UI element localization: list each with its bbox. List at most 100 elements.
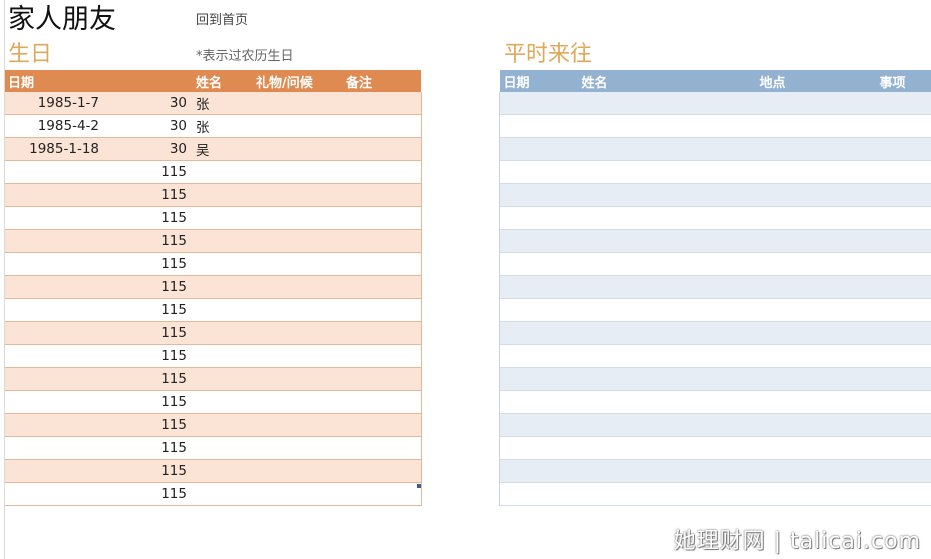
- routine-cell-matter[interactable]: [875, 436, 931, 460]
- birthday-cell-age[interactable]: 30: [105, 137, 193, 161]
- birthday-cell-name[interactable]: [193, 160, 253, 184]
- routine-cell-date[interactable]: [499, 321, 578, 345]
- routine-cell-place[interactable]: [755, 344, 876, 368]
- birthday-cell-notes[interactable]: [343, 92, 422, 115]
- routine-cell-name[interactable]: [577, 344, 756, 368]
- birthday-cell-notes[interactable]: [343, 482, 422, 506]
- routine-cell-place[interactable]: [755, 298, 876, 322]
- birthday-header-age[interactable]: 年龄: [105, 70, 193, 92]
- routine-cell-matter[interactable]: [875, 229, 931, 253]
- routine-cell-place[interactable]: [755, 137, 876, 161]
- birthday-cell-date[interactable]: [5, 275, 105, 299]
- birthday-header-notes[interactable]: 备注: [343, 70, 421, 92]
- birthday-cell-date[interactable]: [5, 298, 105, 322]
- birthday-cell-gift[interactable]: [253, 137, 343, 161]
- routine-cell-matter[interactable]: [875, 390, 931, 414]
- home-link[interactable]: 回到首页: [196, 9, 248, 28]
- routine-cell-place[interactable]: [755, 206, 876, 230]
- birthday-cell-gift[interactable]: [253, 229, 343, 253]
- birthday-cell-date[interactable]: [5, 482, 105, 506]
- birthday-cell-gift[interactable]: [253, 183, 343, 207]
- routine-cell-matter[interactable]: [875, 321, 931, 345]
- routine-cell-place[interactable]: [755, 390, 876, 414]
- routine-cell-place[interactable]: [755, 459, 876, 483]
- routine-cell-name[interactable]: [577, 114, 756, 138]
- birthday-cell-name[interactable]: [193, 436, 253, 460]
- birthday-cell-age[interactable]: 115: [105, 482, 193, 506]
- routine-cell-date[interactable]: [499, 137, 578, 161]
- routine-cell-date[interactable]: [499, 229, 578, 253]
- birthday-cell-name[interactable]: [193, 229, 253, 253]
- routine-cell-place[interactable]: [755, 160, 876, 184]
- birthday-cell-date[interactable]: [5, 206, 105, 230]
- birthday-header-name[interactable]: 姓名: [193, 70, 253, 92]
- routine-cell-date[interactable]: [499, 298, 578, 322]
- routine-cell-matter[interactable]: [875, 413, 931, 437]
- routine-cell-matter[interactable]: [875, 252, 931, 276]
- table-resize-handle[interactable]: [417, 484, 421, 488]
- birthday-cell-gift[interactable]: [253, 367, 343, 391]
- routine-cell-name[interactable]: [577, 367, 756, 391]
- birthday-cell-gift[interactable]: [253, 298, 343, 322]
- routine-cell-name[interactable]: [577, 275, 756, 299]
- routine-cell-place[interactable]: [755, 114, 876, 138]
- birthday-cell-notes[interactable]: [343, 114, 422, 138]
- routine-cell-matter[interactable]: [875, 275, 931, 299]
- birthday-cell-date[interactable]: [5, 229, 105, 253]
- birthday-cell-notes[interactable]: [343, 367, 422, 391]
- birthday-cell-name[interactable]: [193, 298, 253, 322]
- routine-cell-name[interactable]: [577, 321, 756, 345]
- birthday-cell-gift[interactable]: [253, 206, 343, 230]
- routine-header-date[interactable]: 日期: [499, 70, 578, 92]
- birthday-cell-age[interactable]: 115: [105, 390, 193, 414]
- routine-cell-matter[interactable]: [875, 459, 931, 483]
- birthday-cell-notes[interactable]: [343, 390, 422, 414]
- birthday-cell-gift[interactable]: [253, 321, 343, 345]
- birthday-cell-date[interactable]: [5, 390, 105, 414]
- birthday-cell-date[interactable]: [5, 321, 105, 345]
- birthday-cell-name[interactable]: [193, 206, 253, 230]
- routine-cell-date[interactable]: [499, 459, 578, 483]
- birthday-cell-date[interactable]: 1985-4-2: [5, 114, 105, 138]
- routine-cell-name[interactable]: [577, 436, 756, 460]
- birthday-cell-notes[interactable]: [343, 413, 422, 437]
- routine-cell-name[interactable]: [577, 229, 756, 253]
- routine-header-place[interactable]: 地点: [755, 70, 876, 92]
- routine-cell-name[interactable]: [577, 459, 756, 483]
- birthday-cell-date[interactable]: [5, 367, 105, 391]
- routine-cell-matter[interactable]: [875, 298, 931, 322]
- birthday-cell-age[interactable]: 115: [105, 321, 193, 345]
- birthday-cell-age[interactable]: 115: [105, 160, 193, 184]
- routine-cell-date[interactable]: [499, 390, 578, 414]
- birthday-cell-gift[interactable]: [253, 92, 343, 115]
- routine-cell-matter[interactable]: [875, 367, 931, 391]
- birthday-cell-age[interactable]: 115: [105, 459, 193, 483]
- birthday-cell-date[interactable]: 1985-1-7: [5, 92, 105, 115]
- birthday-cell-name[interactable]: [193, 482, 253, 506]
- birthday-cell-gift[interactable]: [253, 390, 343, 414]
- birthday-cell-gift[interactable]: [253, 436, 343, 460]
- birthday-cell-name[interactable]: 张: [193, 114, 253, 138]
- birthday-cell-name[interactable]: [193, 321, 253, 345]
- birthday-cell-notes[interactable]: [343, 436, 422, 460]
- routine-cell-date[interactable]: [499, 160, 578, 184]
- birthday-cell-age[interactable]: 115: [105, 183, 193, 207]
- routine-cell-matter[interactable]: [875, 160, 931, 184]
- birthday-cell-notes[interactable]: [343, 183, 422, 207]
- routine-cell-name[interactable]: [577, 482, 756, 506]
- routine-cell-place[interactable]: [755, 229, 876, 253]
- routine-cell-name[interactable]: [577, 183, 756, 207]
- birthday-cell-notes[interactable]: [343, 206, 422, 230]
- birthday-cell-name[interactable]: [193, 367, 253, 391]
- birthday-cell-name[interactable]: [193, 275, 253, 299]
- routine-cell-name[interactable]: [577, 390, 756, 414]
- birthday-cell-notes[interactable]: [343, 321, 422, 345]
- birthday-cell-gift[interactable]: [253, 459, 343, 483]
- birthday-cell-notes[interactable]: [343, 344, 422, 368]
- birthday-cell-name[interactable]: [193, 390, 253, 414]
- birthday-cell-age[interactable]: 115: [105, 367, 193, 391]
- routine-cell-place[interactable]: [755, 275, 876, 299]
- routine-cell-date[interactable]: [499, 275, 578, 299]
- routine-cell-date[interactable]: [499, 436, 578, 460]
- routine-cell-matter[interactable]: [875, 482, 931, 506]
